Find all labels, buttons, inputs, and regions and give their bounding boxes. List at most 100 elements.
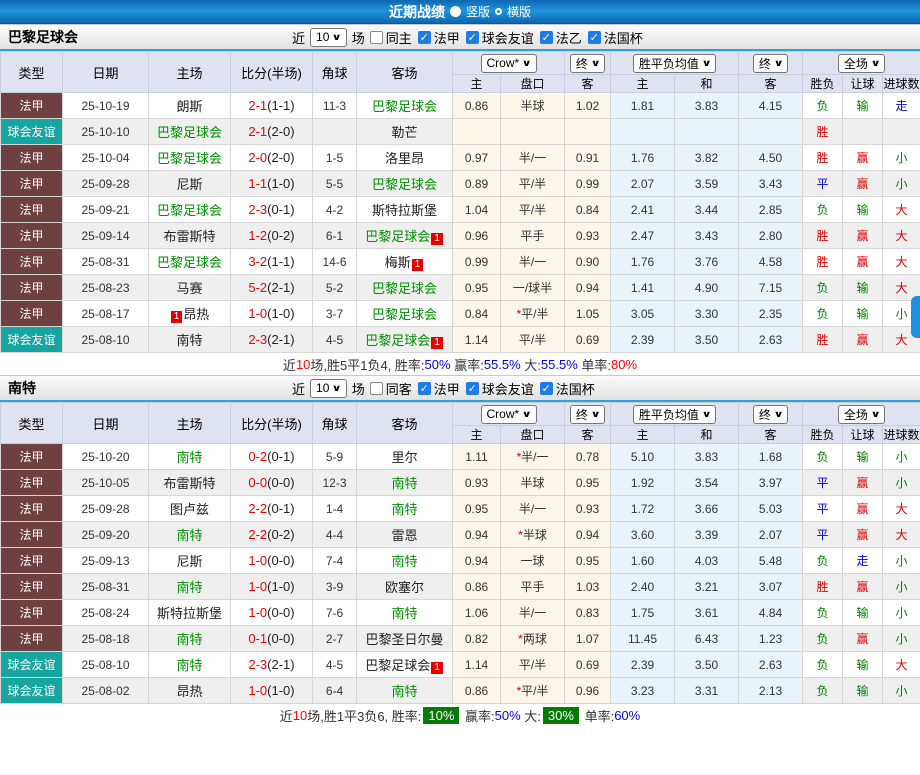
summary-part: 场,胜5平1负4, 胜率:	[310, 355, 424, 374]
result-cell: 负	[803, 652, 843, 678]
team-cell: 布雷斯特	[149, 470, 231, 496]
corners-cell: 6-1	[313, 223, 357, 249]
handicap-cell: *两球	[501, 626, 565, 652]
team-cell: 南特	[357, 600, 453, 626]
euro-odds-cell: 2.13	[739, 678, 803, 704]
euro-final-select[interactable]: 终∨	[753, 54, 788, 73]
league-type-cell: 法甲	[1, 301, 63, 327]
asia-odds-cell: 0.78	[565, 444, 611, 470]
euro-final-select[interactable]: 终∨	[753, 405, 788, 424]
result-cell: 输	[843, 652, 883, 678]
col-score: 比分(半场)	[231, 403, 313, 444]
match-row: 法甲25-08-31南特1-0(1-0)3-9欧塞尔0.86平手1.032.40…	[1, 574, 920, 600]
corners-cell: 5-2	[313, 275, 357, 301]
match-count-select[interactable]: 10∨	[310, 379, 347, 398]
result-cell: 负	[803, 275, 843, 301]
summary-part: 大:	[521, 706, 541, 725]
result-label: 赢	[857, 151, 869, 165]
col-date: 日期	[63, 52, 149, 93]
team-label: 南特	[391, 554, 417, 569]
league-type-cell: 法甲	[1, 223, 63, 249]
filter-checkbox[interactable]: ✓	[540, 31, 553, 44]
euro-odds-cell: 4.03	[675, 548, 739, 574]
team-cell: 雷恩	[357, 522, 453, 548]
result-label: 赢	[857, 502, 869, 516]
euro-odds-cell	[739, 119, 803, 145]
result-label: 大	[896, 203, 908, 217]
red-card-badge: 1	[431, 233, 443, 245]
result-label: 负	[817, 658, 829, 672]
team-cell: 巴黎足球会	[357, 171, 453, 197]
filter-checkbox[interactable]	[370, 31, 383, 44]
team-label: 南特	[391, 476, 417, 491]
asia-odds-cell: 0.95	[565, 470, 611, 496]
layout-radio-horizontal[interactable]	[495, 8, 502, 15]
col-asia-home: 主	[453, 426, 501, 444]
asia-odds-cell: 0.91	[565, 145, 611, 171]
odds-company-select[interactable]: Crow*∨	[481, 54, 537, 73]
result-label: 小	[896, 151, 908, 165]
corners-cell: 7-6	[313, 600, 357, 626]
chevron-down-icon: ∨	[522, 58, 532, 69]
match-date: 25-08-24	[63, 600, 149, 626]
match-date: 25-08-31	[63, 249, 149, 275]
euro-odds-cell: 3.50	[675, 327, 739, 353]
corners-cell: 11-3	[313, 93, 357, 119]
halftime-score: (2-0)	[267, 124, 294, 139]
match-count-select[interactable]: 10∨	[310, 28, 347, 47]
team-label: 巴黎足球会	[157, 255, 222, 270]
layout-radio-vertical[interactable]	[450, 6, 461, 17]
odds-company-select[interactable]: Crow*∨	[481, 405, 537, 424]
team-cell: 梅斯1	[357, 249, 453, 275]
result-cell: 胜	[803, 145, 843, 171]
team-cell: 布雷斯特	[149, 223, 231, 249]
corners-cell: 3-9	[313, 574, 357, 600]
team-cell: 尼斯	[149, 548, 231, 574]
summary-part: 大:	[521, 355, 541, 374]
league-type-cell: 法甲	[1, 626, 63, 652]
result-cell: 赢	[843, 496, 883, 522]
team-cell: 南特	[149, 574, 231, 600]
corners-cell: 1-5	[313, 145, 357, 171]
filter-checkbox[interactable]	[370, 382, 383, 395]
corners-cell: 7-4	[313, 548, 357, 574]
filter-checkbox[interactable]: ✓	[588, 31, 601, 44]
fulltime-score: 1-2	[248, 228, 267, 243]
scrollbar-thumb[interactable]	[911, 296, 920, 338]
handicap-cell: 半球	[501, 470, 565, 496]
wdl-average-select[interactable]: 胜平负均值∨	[633, 54, 716, 73]
asia-odds-cell: 0.82	[453, 626, 501, 652]
team-label: 布雷斯特	[163, 229, 215, 244]
team-label: 南特	[176, 528, 202, 543]
score-cell: 2-0(2-0)	[231, 145, 313, 171]
col-date: 日期	[63, 403, 149, 444]
team-cell: 马赛	[149, 275, 231, 301]
match-row: 法甲25-09-20南特2-2(0-2)4-4雷恩0.94*半球0.943.60…	[1, 522, 920, 548]
euro-odds-cell: 5.10	[611, 444, 675, 470]
result-cell: 平	[803, 171, 843, 197]
filter-checkbox[interactable]: ✓	[418, 31, 431, 44]
result-cell: 赢	[843, 223, 883, 249]
handicap-cell: 平/半	[501, 652, 565, 678]
filter-checkbox[interactable]: ✓	[540, 382, 553, 395]
col-asia-away: 客	[565, 75, 611, 93]
filter-checkbox[interactable]: ✓	[418, 382, 431, 395]
asia-final-select[interactable]: 终∨	[570, 405, 605, 424]
asia-odds-cell: 1.03	[565, 574, 611, 600]
asia-odds-cell: 0.94	[565, 522, 611, 548]
col-euro-home: 主	[611, 426, 675, 444]
score-cell: 2-1(1-1)	[231, 93, 313, 119]
euro-odds-cell: 3.21	[675, 574, 739, 600]
full-match-select[interactable]: 全场∨	[838, 405, 885, 424]
wdl-average-select[interactable]: 胜平负均值∨	[633, 405, 716, 424]
corners-cell: 2-7	[313, 626, 357, 652]
filter-checkbox[interactable]: ✓	[466, 31, 479, 44]
asia-odds-cell: 0.96	[453, 223, 501, 249]
asia-final-select[interactable]: 终∨	[570, 54, 605, 73]
league-type-cell: 法甲	[1, 197, 63, 223]
team-label: 巴黎足球会	[365, 229, 430, 244]
handicap-cell: 半/一	[501, 496, 565, 522]
filter-checkbox[interactable]: ✓	[466, 382, 479, 395]
euro-odds-cell: 1.92	[611, 470, 675, 496]
full-match-select[interactable]: 全场∨	[838, 54, 885, 73]
